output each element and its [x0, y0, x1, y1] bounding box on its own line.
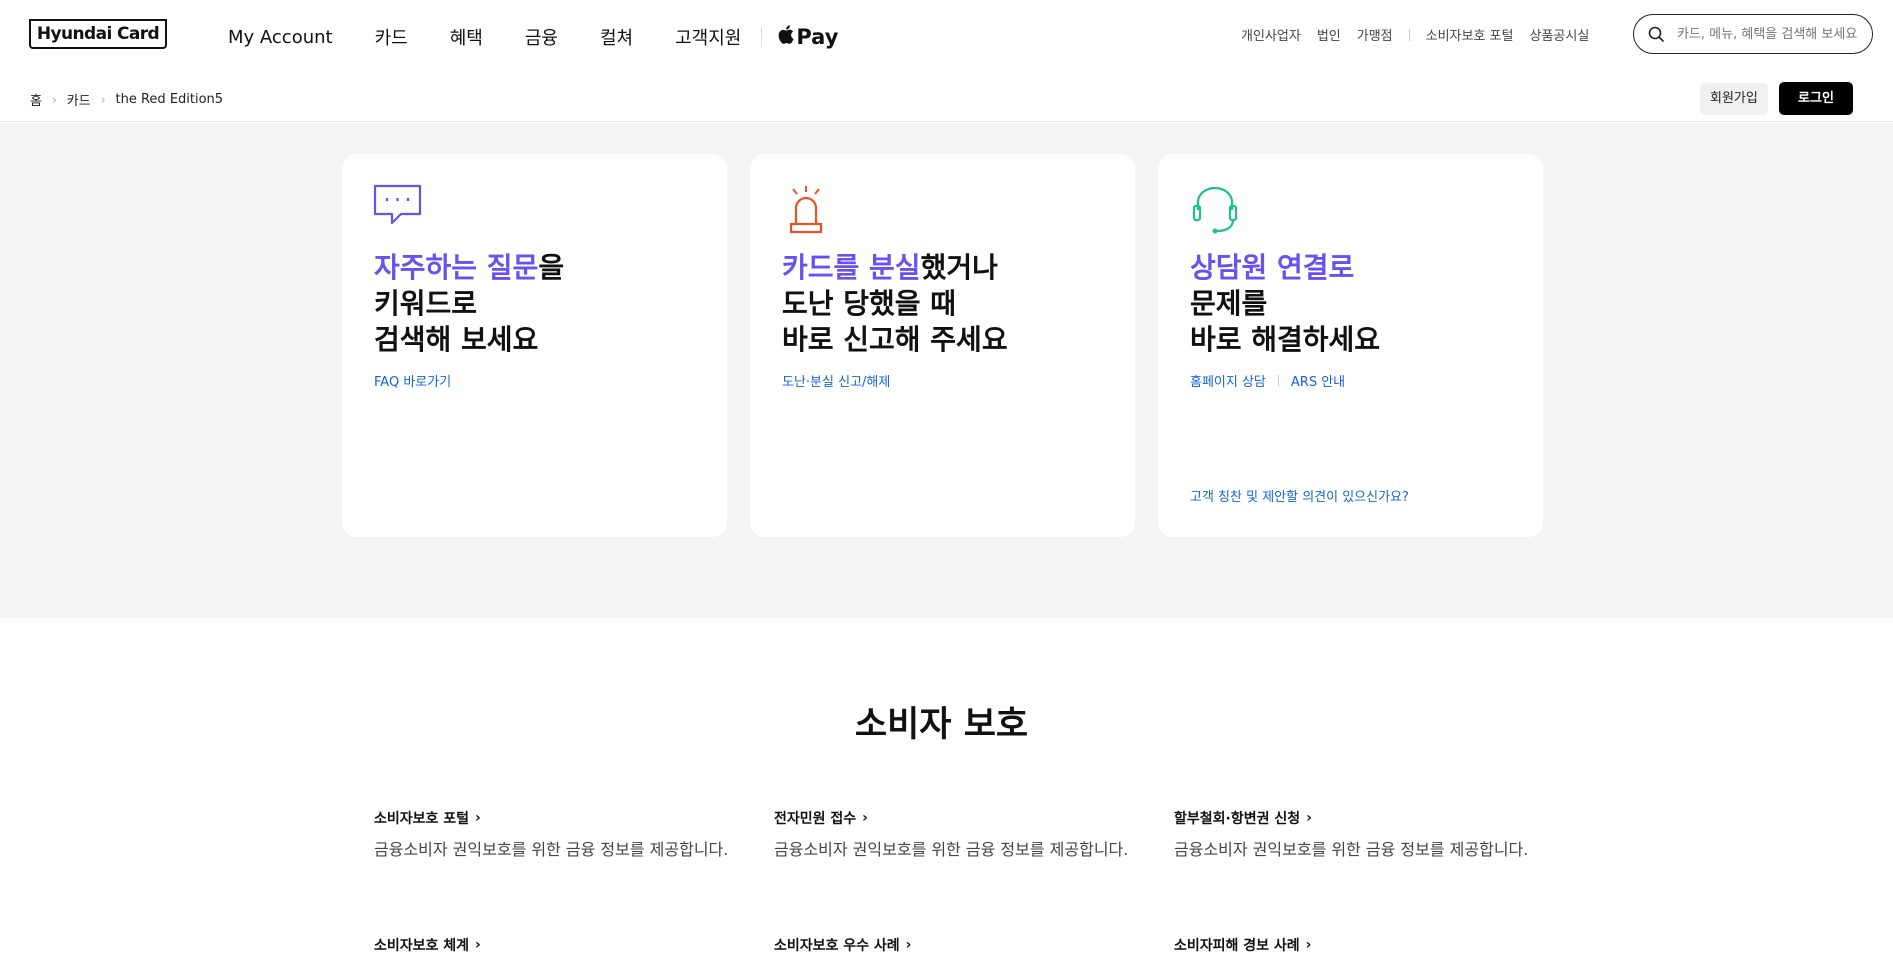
nav-finance[interactable]: 금융 — [525, 24, 558, 50]
chevron-right-icon: › — [862, 810, 868, 826]
faq-card: 자주하는 질문을 키워드로 검색해 보세요 FAQ 바로가기 — [342, 154, 727, 537]
faq-link[interactable]: FAQ 바로가기 — [374, 371, 451, 390]
headset-icon — [1192, 186, 1238, 240]
counselor-card-title: 상담원 연결로 문제를 바로 해결하세요 — [1190, 251, 1381, 356]
counselor-card: 상담원 연결로 문제를 바로 해결하세요 홈페이지 상담 ARS 안내 고객 칭… — [1158, 154, 1543, 537]
nav-support[interactable]: 고객지원 — [675, 24, 741, 50]
util-product-disclosure[interactable]: 상품공시실 — [1529, 25, 1589, 44]
breadcrumb-current: the Red Edition5 — [115, 92, 224, 107]
breadcrumb-card[interactable]: 카드 — [67, 90, 91, 109]
search-icon — [1648, 26, 1665, 42]
faq-card-links: FAQ 바로가기 — [374, 371, 451, 390]
faq-card-title: 자주하는 질문을 키워드로 검색해 보세요 — [374, 251, 565, 356]
alarm-siren-icon — [788, 186, 824, 238]
help-section: 자주하는 질문을 키워드로 검색해 보세요 FAQ 바로가기 카드를 분실했거나… — [0, 123, 1893, 618]
ars-guide-link[interactable]: ARS 안내 — [1291, 371, 1345, 390]
breadcrumb: 홈 › 카드 › the Red Edition5 — [30, 90, 223, 109]
chevron-right-icon: › — [905, 937, 912, 953]
nav-divider — [761, 27, 763, 47]
util-personal-business[interactable]: 개인사업자 — [1241, 25, 1301, 44]
chevron-right-icon: › — [51, 92, 57, 107]
consumer-item[interactable]: 소비자보호 체계 › — [374, 935, 481, 955]
consumer-protection-title: 소비자 보호 — [854, 705, 1029, 745]
apple-icon — [778, 25, 794, 49]
breadcrumb-home[interactable]: 홈 — [30, 90, 42, 109]
consumer-item[interactable]: 전자민원 접수 › 금융소비자 권익보호를 위한 금융 정보를 제공합니다. — [774, 808, 1128, 860]
chevron-right-icon: › — [475, 810, 481, 826]
web-counsel-link[interactable]: 홈페이지 상담 — [1190, 371, 1266, 390]
util-merchant[interactable]: 가맹점 — [1357, 25, 1393, 44]
consumer-item[interactable]: 소비자피해 경보 사례 › — [1174, 935, 1311, 955]
nav-card[interactable]: 카드 — [375, 24, 408, 50]
report-lost-link[interactable]: 도난·분실 신고/해제 — [782, 371, 890, 390]
nav-my-account[interactable]: My Account — [228, 27, 333, 48]
chevron-right-icon: › — [475, 937, 481, 953]
lost-card-title: 카드를 분실했거나 도난 당했을 때 바로 신고해 주세요 — [782, 251, 1008, 356]
login-button[interactable]: 로그인 — [1779, 82, 1853, 115]
counselor-card-links: 홈페이지 상담 ARS 안내 — [1190, 371, 1345, 390]
chevron-right-icon: › — [100, 92, 106, 107]
consumer-item[interactable]: 소비자보호 포털 › 금융소비자 권익보호를 위한 금융 정보를 제공합니다. — [374, 808, 728, 860]
utility-nav: 개인사업자 법인 가맹점 소비자보호 포털 상품공시실 — [1241, 25, 1605, 44]
util-consumer-portal[interactable]: 소비자보호 포털 — [1426, 25, 1514, 44]
main-nav: My Account 카드 혜택 금융 컬쳐 고객지원 Pay — [228, 24, 838, 50]
link-divider — [1277, 375, 1279, 386]
search-input[interactable] — [1675, 25, 1870, 43]
logo-text: Hyundai Card — [36, 24, 160, 44]
join-button[interactable]: 회원가입 — [1700, 83, 1768, 115]
feedback-link[interactable]: 고객 칭찬 및 제안할 의견이 있으신가요? — [1190, 486, 1409, 505]
util-divider — [1408, 28, 1410, 41]
util-corporate[interactable]: 법인 — [1317, 25, 1341, 44]
breadcrumb-bar: 홈 › 카드 › the Red Edition5 회원가입 로그인 — [0, 74, 1893, 122]
consumer-item[interactable]: 할부철회·항변권 신청 › 금융소비자 권익보호를 위한 금융 정보를 제공합니다… — [1174, 808, 1528, 860]
chevron-right-icon: › — [1306, 810, 1312, 826]
lost-card-card: 카드를 분실했거나 도난 당했을 때 바로 신고해 주세요 도난·분실 신고/해… — [750, 154, 1135, 537]
chevron-right-icon: › — [1305, 937, 1312, 953]
logo[interactable]: Hyundai Card — [29, 19, 167, 49]
search-box[interactable] — [1633, 14, 1873, 54]
apple-pay-link[interactable]: Pay — [778, 25, 838, 49]
chat-bubble-icon — [373, 184, 423, 230]
consumer-item[interactable]: 소비자보호 우수 사례 › — [774, 935, 911, 955]
lost-card-links: 도난·분실 신고/해제 — [782, 371, 890, 390]
nav-culture[interactable]: 컬쳐 — [600, 24, 633, 50]
apple-pay-label: Pay — [796, 25, 839, 49]
nav-benefit[interactable]: 혜택 — [450, 24, 483, 50]
global-header: Hyundai Card My Account 카드 혜택 금융 컬쳐 고객지원… — [0, 0, 1893, 74]
